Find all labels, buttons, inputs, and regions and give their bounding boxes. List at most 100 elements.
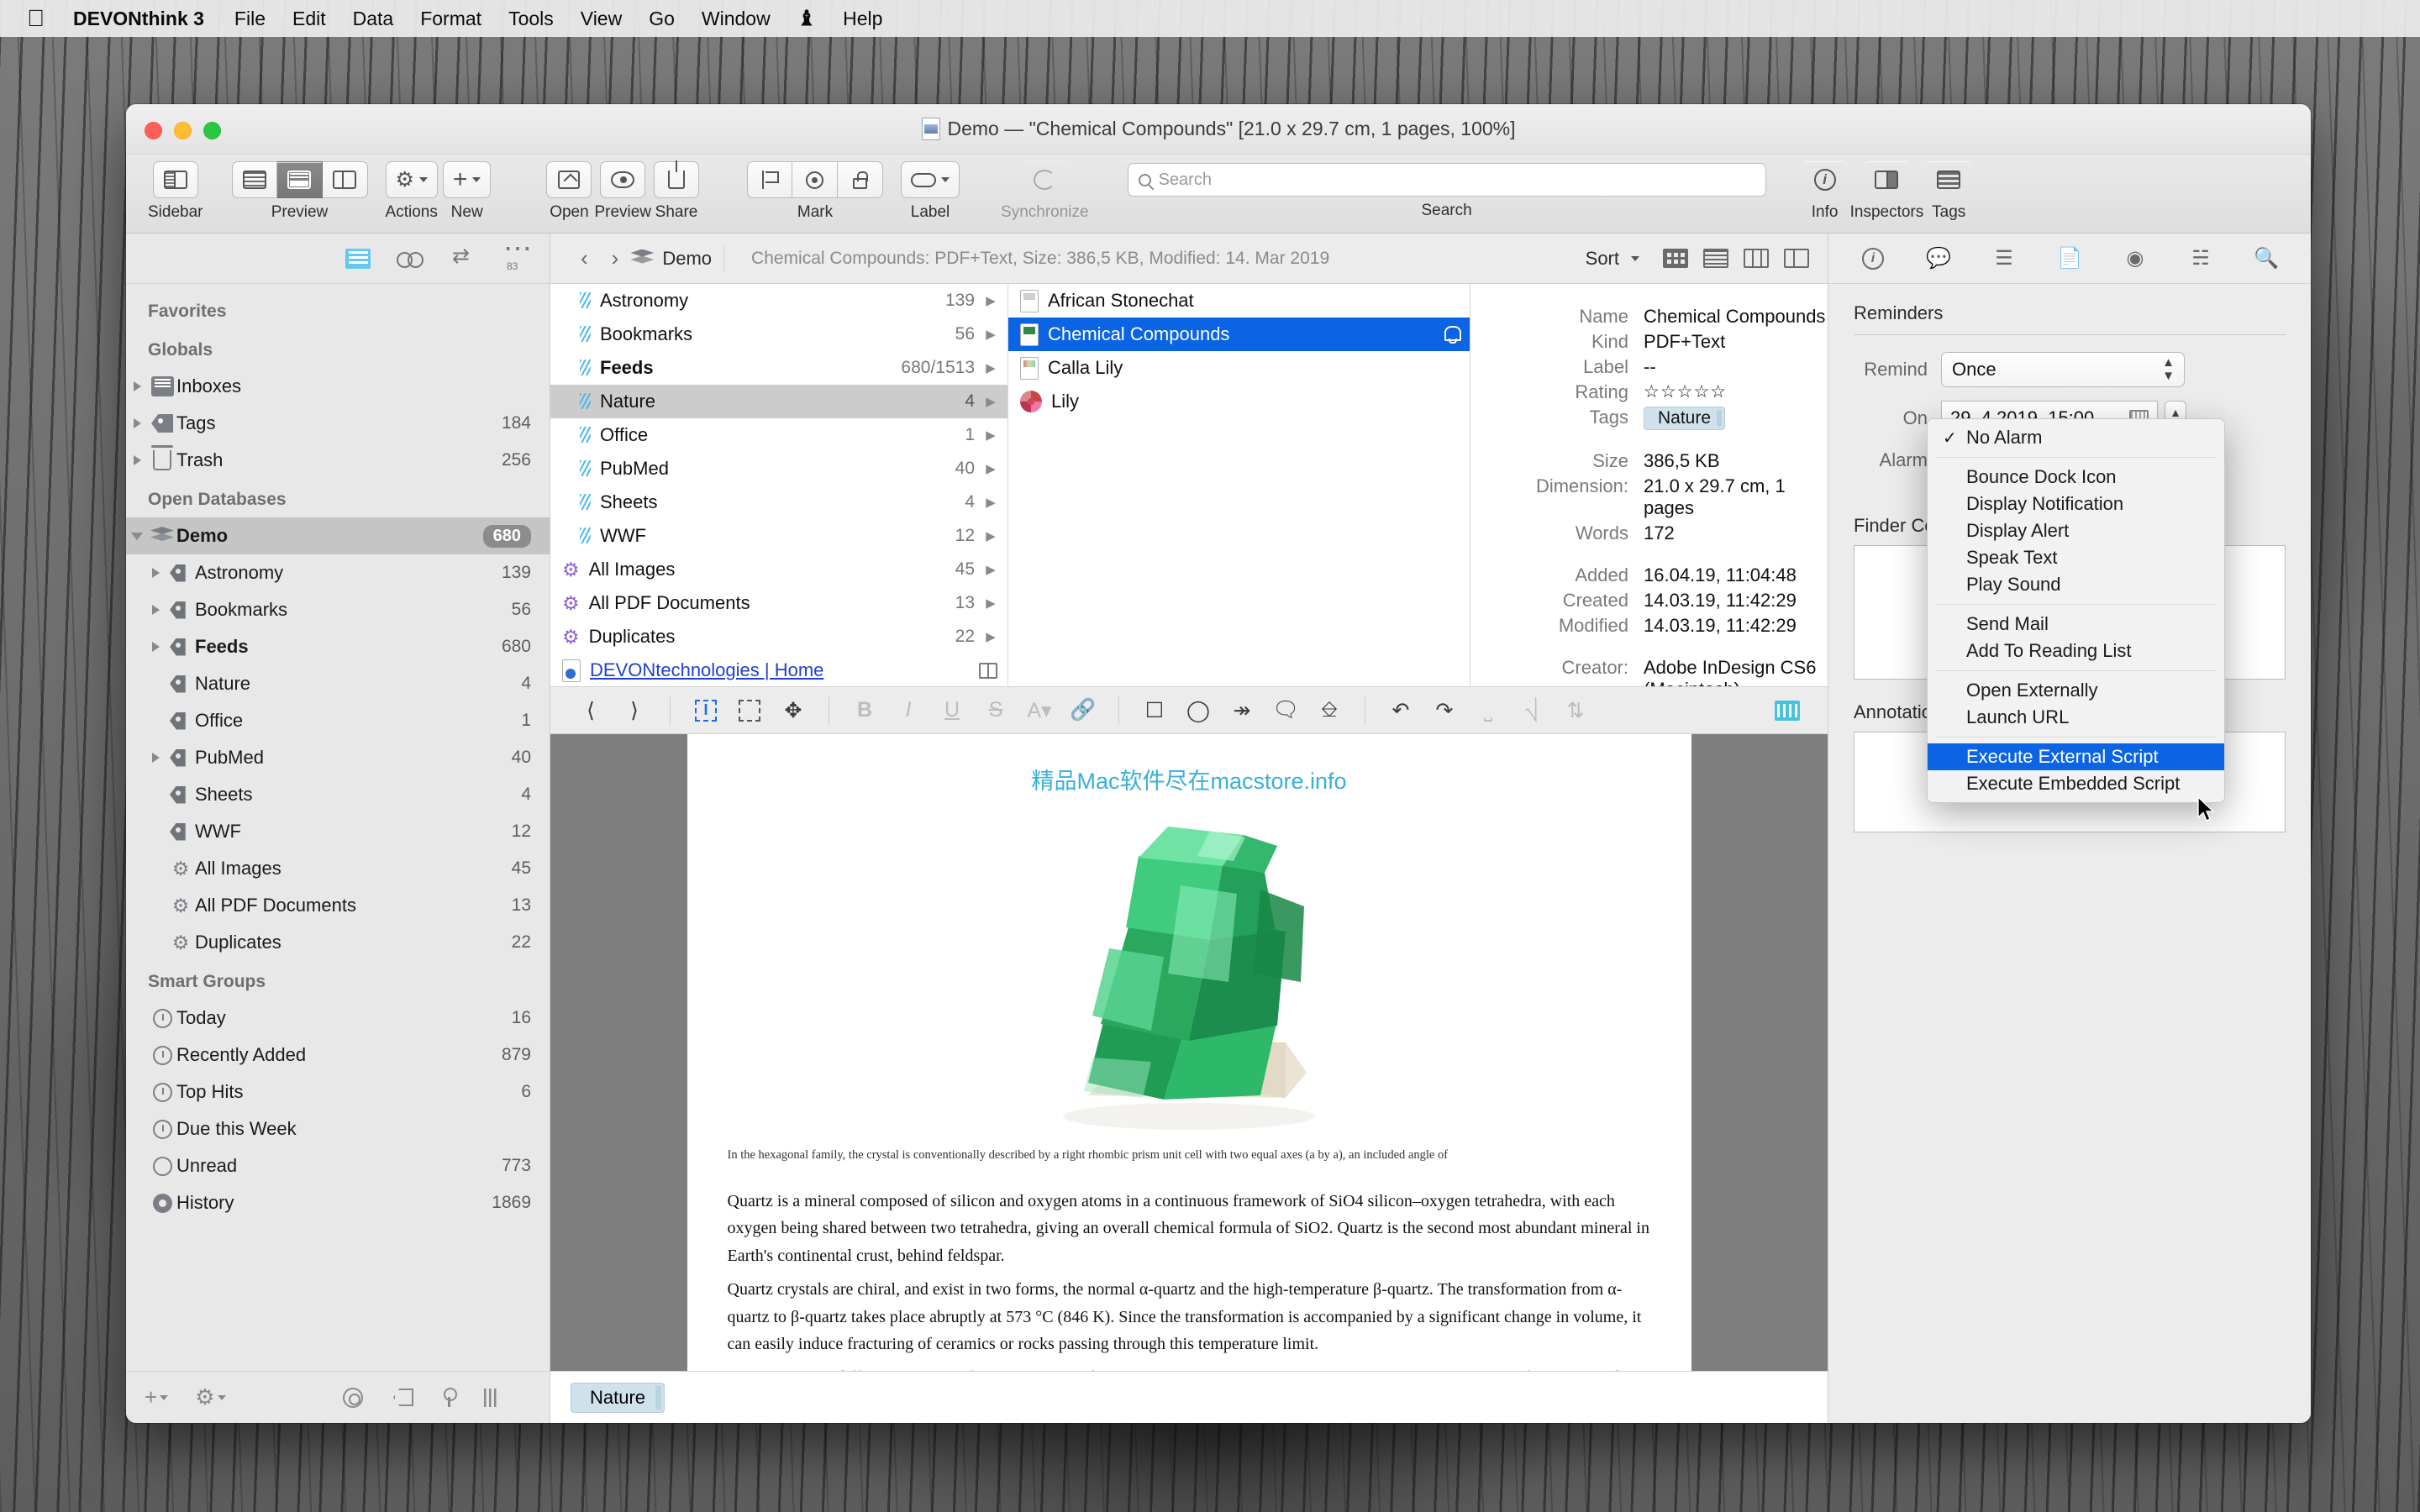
disclosure-icon[interactable]: ▶ <box>984 360 997 375</box>
menu-view[interactable]: View <box>567 0 635 37</box>
sidebar-item-today[interactable]: Today 16 <box>126 1000 550 1037</box>
group-row-wwf[interactable]: WWF 12 ▶ <box>550 519 1007 553</box>
disclosure-icon[interactable]: ▶ <box>984 562 997 577</box>
sidebar-item-all-images[interactable]: ⚙ All Images 45 <box>126 850 550 887</box>
tags-button[interactable] <box>1926 161 1971 198</box>
group-row-feeds[interactable]: Feeds 680/1513 ▶ <box>550 351 1007 385</box>
menu-item-execute-embedded-script[interactable]: Execute Embedded Script <box>1928 770 2224 797</box>
pdf-viewer[interactable]: 精品Mac软件尽在macstore.info In the hexagonal … <box>550 734 1828 1371</box>
menu-tools[interactable]: Tools <box>495 0 567 37</box>
menu-item-open-externally[interactable]: Open Externally <box>1928 677 2224 704</box>
rotate-right-icon[interactable]: ↷ <box>1423 694 1466 727</box>
devonthink-menu-icon[interactable]: ♝ <box>784 0 829 37</box>
sidebar-item-nature[interactable]: Nature 4 <box>126 665 550 702</box>
group-label[interactable]: DEVONtechnologies | Home <box>590 659 823 681</box>
group-row-nature[interactable]: Nature 4 ▶ <box>550 385 1007 418</box>
menu-go[interactable]: Go <box>635 0 688 37</box>
sidebar-item-astronomy[interactable]: Astronomy 139 <box>126 554 550 591</box>
twisty-icon[interactable] <box>126 532 148 540</box>
sidebar-glasses-button[interactable] <box>397 248 424 270</box>
disclosure-icon[interactable]: ▶ <box>984 528 997 543</box>
group-row-devontechnologies[interactable]: DEVONtechnologies | Home <box>550 654 1007 686</box>
arrow-icon[interactable]: ↠ <box>1220 694 1264 727</box>
alarm-dropdown-menu[interactable]: ✓ No Alarm Bounce Dock Icon Display Noti… <box>1927 418 2225 803</box>
underline-icon[interactable]: U <box>930 694 974 727</box>
view-split-button[interactable] <box>276 161 323 198</box>
next-page-icon[interactable]: ⟩ <box>613 694 656 727</box>
view-columns-button[interactable] <box>322 161 368 198</box>
sidebar-more-button[interactable]: 83 <box>501 232 532 272</box>
group-row-duplicates[interactable]: ⚙ Duplicates 22 ▶ <box>550 620 1007 654</box>
tag-bar-chip[interactable]: Nature <box>571 1382 666 1413</box>
menu-item-no-alarm[interactable]: ✓ No Alarm <box>1928 424 2224 451</box>
disclosure-icon[interactable]: ▶ <box>984 293 997 308</box>
synchronize-button[interactable] <box>1022 161 1067 198</box>
tab-concordance[interactable]: ◉ <box>2118 244 2152 273</box>
apple-menu-icon[interactable]:  <box>22 2 60 35</box>
tab-content[interactable]: ☰ <box>1987 244 2021 273</box>
group-row-office[interactable]: Office 1 ▶ <box>550 418 1007 452</box>
item-row-lily[interactable]: Lily <box>1008 385 1470 418</box>
menu-item-speak-text[interactable]: Speak Text <box>1928 544 2224 571</box>
menu-item-display-alert[interactable]: Display Alert <box>1928 517 2224 544</box>
menu-data[interactable]: Data <box>339 0 408 37</box>
rotate-left-icon[interactable]: ↶ <box>1379 694 1423 727</box>
breadcrumb-database[interactable]: Demo <box>630 248 712 270</box>
strikethrough-icon[interactable]: S <box>974 694 1018 727</box>
info-button[interactable]: i <box>1802 161 1848 198</box>
sidebar-item-top-hits[interactable]: Top Hits 6 <box>126 1074 550 1110</box>
add-page-icon[interactable]: ⎵ <box>1466 694 1510 727</box>
disclosure-icon[interactable]: ▶ <box>984 629 997 644</box>
sidebar-item-demo[interactable]: Demo 680 <box>126 517 550 554</box>
sidebar-item-all-pdf[interactable]: ⚙ All PDF Documents 13 <box>126 887 550 924</box>
rect-select-icon[interactable] <box>728 694 771 727</box>
mark-flag-button[interactable] <box>747 161 793 198</box>
sidebar-item-due-this-week[interactable]: Due this Week <box>126 1110 550 1147</box>
add-icon[interactable]: + <box>145 1384 169 1410</box>
view-rows-button[interactable] <box>1703 249 1728 268</box>
sidebar-item-duplicates[interactable]: ⚙ Duplicates 22 <box>126 924 550 961</box>
sidebar-item-feeds[interactable]: Feeds 680 <box>126 628 550 665</box>
disclosure-icon[interactable]: ▶ <box>984 495 997 510</box>
new-button[interactable]: + <box>442 161 492 198</box>
item-row-calla-lily[interactable]: Calla Lily <box>1008 351 1470 385</box>
delete-page-icon[interactable]: ⎷ <box>1510 694 1554 727</box>
sidebar-item-pubmed[interactable]: PubMed 40 <box>126 739 550 776</box>
sidebar-toggle-button[interactable] <box>152 161 198 198</box>
disclosure-icon[interactable]: ▶ <box>984 461 997 476</box>
menu-file[interactable]: File <box>221 0 279 37</box>
tab-text[interactable]: ☵ <box>2184 244 2217 273</box>
view-split-button[interactable] <box>1784 249 1809 268</box>
menu-item-play-sound[interactable]: Play Sound <box>1928 571 2224 598</box>
mark-unread-button[interactable] <box>792 161 839 198</box>
disclosure-icon[interactable]: ▶ <box>984 394 997 409</box>
twisty-icon[interactable] <box>145 605 166 615</box>
menu-item-launch-url[interactable]: Launch URL <box>1928 704 2224 731</box>
group-row-all-images[interactable]: ⚙ All Images 45 ▶ <box>550 553 1007 586</box>
forward-button[interactable]: › <box>600 245 631 271</box>
disclosure-icon[interactable] <box>979 662 997 679</box>
italic-icon[interactable]: I <box>886 694 930 727</box>
target-icon[interactable] <box>343 1387 363 1408</box>
preview-button[interactable] <box>600 161 646 198</box>
twisty-icon[interactable] <box>126 381 148 391</box>
bars-icon[interactable] <box>484 1388 497 1407</box>
open-button[interactable] <box>546 161 592 198</box>
link-icon[interactable]: 🔗 <box>1061 694 1105 727</box>
reorder-icon[interactable]: ⇅ <box>1554 694 1597 727</box>
group-row-sheets[interactable]: Sheets 4 ▶ <box>550 486 1007 519</box>
sidebar-item-history[interactable]: History 1869 <box>126 1184 550 1221</box>
tag-outline-icon[interactable] <box>393 1389 413 1406</box>
sidebar-item-sheets[interactable]: Sheets 4 <box>126 776 550 813</box>
action-gear-icon[interactable]: ⚙ <box>195 1384 226 1410</box>
ellipse-icon[interactable]: ◯ <box>1176 694 1220 727</box>
search-input[interactable]: Search <box>1127 163 1766 197</box>
prev-page-icon[interactable]: ⟨ <box>569 694 613 727</box>
sidebar-item-recently-added[interactable]: Recently Added 879 <box>126 1037 550 1074</box>
view-columns-button[interactable] <box>1744 249 1769 268</box>
twisty-icon[interactable] <box>126 418 148 428</box>
sidebar-item-wwf[interactable]: WWF 12 <box>126 813 550 850</box>
text-select-icon[interactable]: I <box>684 694 728 727</box>
item-row-chemical-compounds[interactable]: Chemical Compounds <box>1008 318 1470 351</box>
menu-item-execute-external-script[interactable]: Execute External Script <box>1928 743 2224 770</box>
